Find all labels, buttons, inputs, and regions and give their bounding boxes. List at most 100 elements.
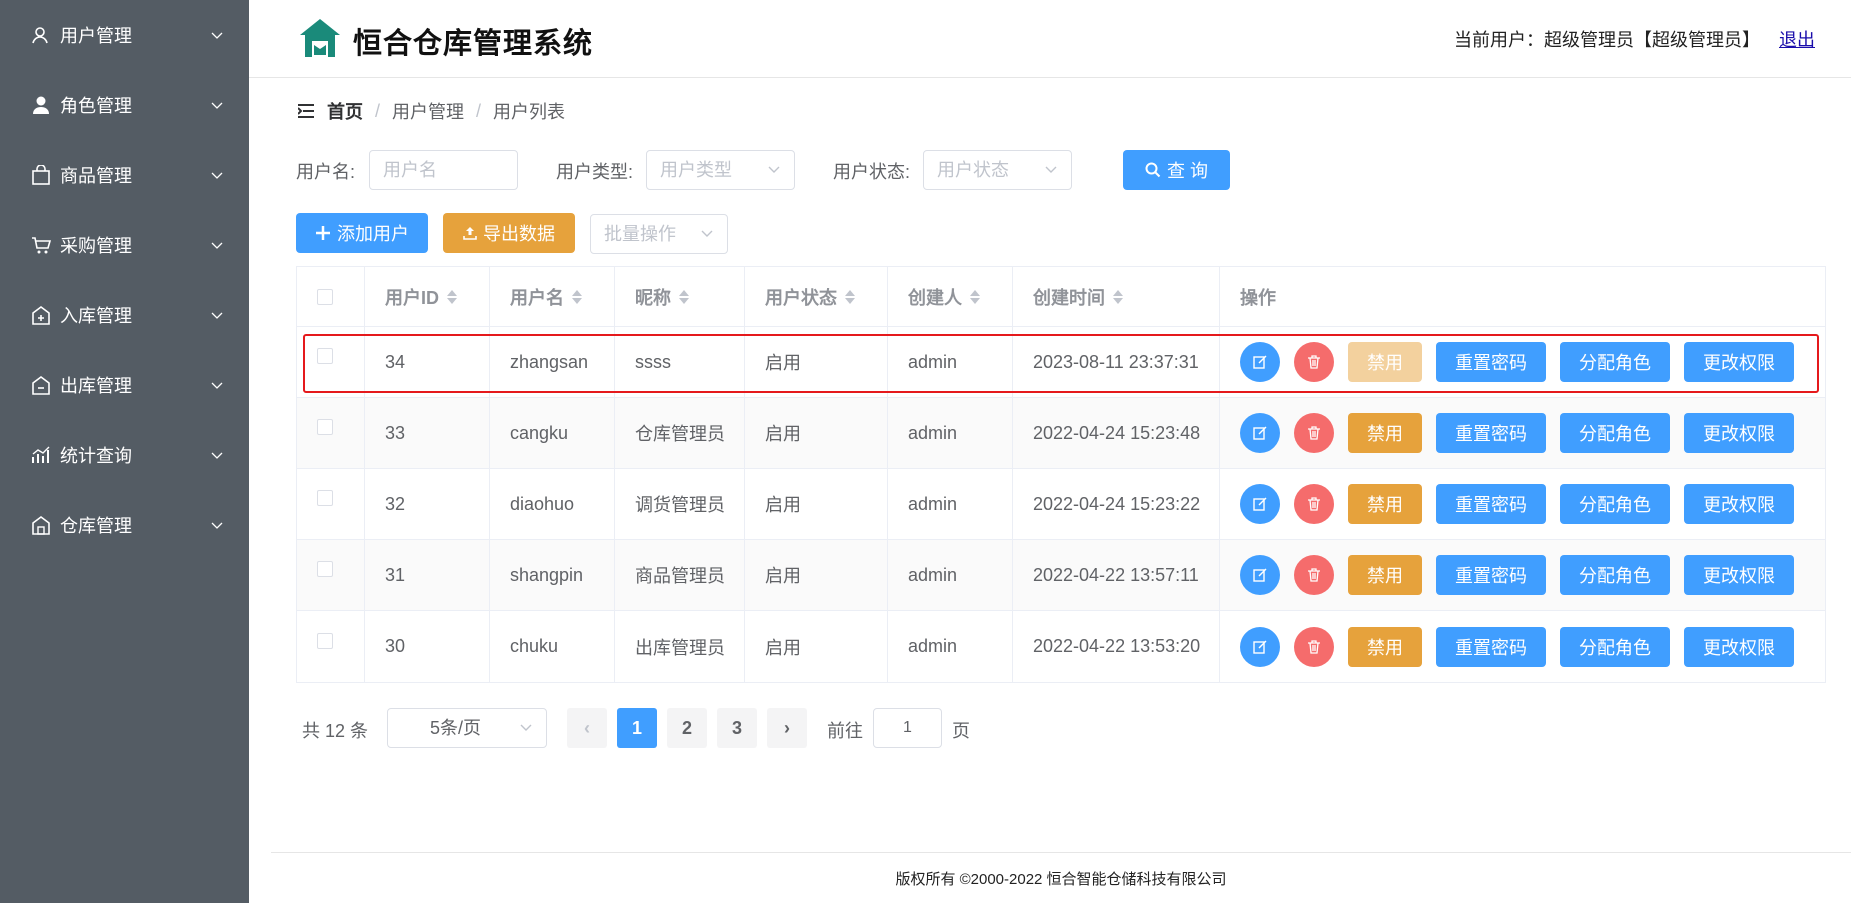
chevron-down-icon (520, 724, 532, 731)
page-size-value: 5条/页 (430, 718, 482, 738)
next-page-button[interactable]: › (767, 708, 807, 748)
table-row: 30 chuku 出库管理员 启用 admin 2022-04-22 13:53… (297, 611, 1825, 682)
checkbox-cell (297, 398, 365, 468)
page-button[interactable]: 3 (717, 708, 757, 748)
page-size-select[interactable]: 5条/页 (387, 708, 547, 748)
sort-icon[interactable] (447, 289, 457, 304)
chevron-down-icon (768, 166, 780, 173)
reset-password-button[interactable]: 重置密码 (1436, 484, 1546, 524)
row-checkbox[interactable] (317, 419, 333, 435)
sort-icon[interactable] (970, 289, 980, 304)
disable-button[interactable]: 禁用 (1348, 626, 1422, 667)
header-cell[interactable]: 创建人 (888, 267, 1013, 326)
footer-copyright: 版权所有 ©2000-2022 恒合智能仓储科技有限公司 (895, 871, 1227, 888)
delete-button[interactable] (1294, 484, 1334, 524)
change-permission-button[interactable]: 更改权限 (1684, 626, 1794, 667)
change-permission-button[interactable]: 更改权限 (1684, 342, 1794, 382)
sidebar-item-product-management[interactable]: 商品管理 (0, 140, 249, 210)
cell-created-time: 2023-08-11 23:37:31 (1013, 327, 1220, 397)
row-checkbox[interactable] (317, 561, 333, 577)
disable-button[interactable]: 禁用 (1348, 413, 1422, 453)
cell-status: 启用 (745, 540, 888, 610)
sidebar-item-purchase-management[interactable]: 采购管理 (0, 210, 249, 280)
disable-button[interactable]: 禁用 (1348, 342, 1422, 382)
sidebar-item-statistics[interactable]: 统计查询 (0, 420, 249, 490)
header-cell[interactable]: 用户ID (365, 267, 490, 326)
change-permission-button[interactable]: 更改权限 (1684, 413, 1794, 453)
sort-icon[interactable] (679, 289, 689, 304)
delete-button[interactable] (1294, 555, 1334, 595)
sidebar-item-outbound-management[interactable]: 出库管理 (0, 350, 249, 420)
reset-password-button[interactable]: 重置密码 (1436, 555, 1546, 595)
delete-button[interactable] (1294, 413, 1334, 453)
actions-cell: 禁用 重置密码 分配角色 更改权限 (1220, 611, 1825, 682)
user-status-select[interactable]: 用户状态 (923, 150, 1072, 190)
reset-password-button[interactable]: 重置密码 (1436, 626, 1546, 667)
chevron-down-icon (211, 102, 223, 109)
assign-role-button[interactable]: 分配角色 (1560, 555, 1670, 595)
edit-button[interactable] (1240, 626, 1280, 667)
header-cell[interactable]: 创建时间 (1013, 267, 1220, 326)
checkbox-cell (297, 611, 365, 682)
cell-creator: admin (888, 469, 1013, 539)
edit-button[interactable] (1240, 413, 1280, 453)
user-type-select[interactable]: 用户类型 (646, 150, 795, 190)
sidebar-item-warehouse-management[interactable]: 仓库管理 (0, 490, 249, 560)
edit-button[interactable] (1240, 555, 1280, 595)
row-checkbox[interactable] (317, 348, 333, 364)
sort-icon[interactable] (845, 289, 855, 304)
page-button[interactable]: 1 (617, 708, 657, 748)
sidebar-item-role-management[interactable]: 角色管理 (0, 70, 249, 140)
disable-button[interactable]: 禁用 (1348, 484, 1422, 524)
cell-creator: admin (888, 611, 1013, 682)
goto-page-input[interactable]: 1 (873, 708, 942, 748)
sort-icon[interactable] (572, 289, 582, 304)
header-cell[interactable]: 昵称 (615, 267, 745, 326)
delete-button[interactable] (1294, 342, 1334, 382)
trash-icon (1308, 355, 1320, 369)
export-data-button[interactable]: 导出数据 (443, 213, 575, 253)
header-cell[interactable]: 用户名 (490, 267, 615, 326)
header-cell[interactable]: 用户状态 (745, 267, 888, 326)
breadcrumb-item: 用户列表 (493, 102, 566, 122)
edit-icon (1253, 497, 1267, 511)
edit-button[interactable] (1240, 484, 1280, 524)
assign-role-button[interactable]: 分配角色 (1560, 484, 1670, 524)
change-permission-button[interactable]: 更改权限 (1684, 555, 1794, 595)
logout-link[interactable]: 退出 (1779, 30, 1815, 50)
disable-button[interactable]: 禁用 (1348, 555, 1422, 595)
edit-button[interactable] (1240, 342, 1280, 382)
cell-username: zhangsan (490, 327, 615, 397)
row-checkbox[interactable] (317, 632, 333, 649)
page-button[interactable]: 2 (667, 708, 707, 748)
assign-role-button[interactable]: 分配角色 (1560, 413, 1670, 453)
add-user-button[interactable]: 添加用户 (296, 213, 428, 253)
prev-page-button[interactable]: ‹ (567, 708, 607, 748)
breadcrumb-item: 用户管理 (392, 102, 465, 122)
sidebar-item-user-management[interactable]: 用户管理 (0, 0, 249, 70)
chevron-down-icon (211, 242, 223, 249)
assign-role-button[interactable]: 分配角色 (1560, 626, 1670, 667)
change-permission-button[interactable]: 更改权限 (1684, 484, 1794, 524)
chart-icon (30, 444, 52, 466)
sidebar-item-inbound-management[interactable]: 入库管理 (0, 280, 249, 350)
reset-password-button[interactable]: 重置密码 (1436, 413, 1546, 453)
shopping-cart-icon (30, 234, 52, 256)
select-placeholder: 批量操作 (604, 224, 676, 244)
query-button[interactable]: 查 询 (1123, 150, 1230, 190)
cell-nickname: 调货管理员 (615, 469, 745, 539)
batch-operation-select[interactable]: 批量操作 (590, 214, 728, 254)
select-all-checkbox[interactable] (317, 288, 333, 305)
pagination-total: 共 12 条 (302, 721, 369, 741)
warehouse-in-icon (30, 304, 52, 326)
table-row: 32 diaohuo 调货管理员 启用 admin 2022-04-24 15:… (297, 469, 1825, 540)
current-user-label: 当前用户：超级管理员【超级管理员】 (1453, 30, 1760, 50)
menu-fold-icon[interactable] (298, 104, 314, 118)
breadcrumb-home[interactable]: 首页 (327, 98, 363, 124)
row-checkbox[interactable] (317, 490, 333, 506)
delete-button[interactable] (1294, 626, 1334, 667)
sort-icon[interactable] (1113, 289, 1123, 304)
username-input[interactable]: 用户名 (369, 150, 518, 190)
reset-password-button[interactable]: 重置密码 (1436, 342, 1546, 382)
assign-role-button[interactable]: 分配角色 (1560, 342, 1670, 382)
